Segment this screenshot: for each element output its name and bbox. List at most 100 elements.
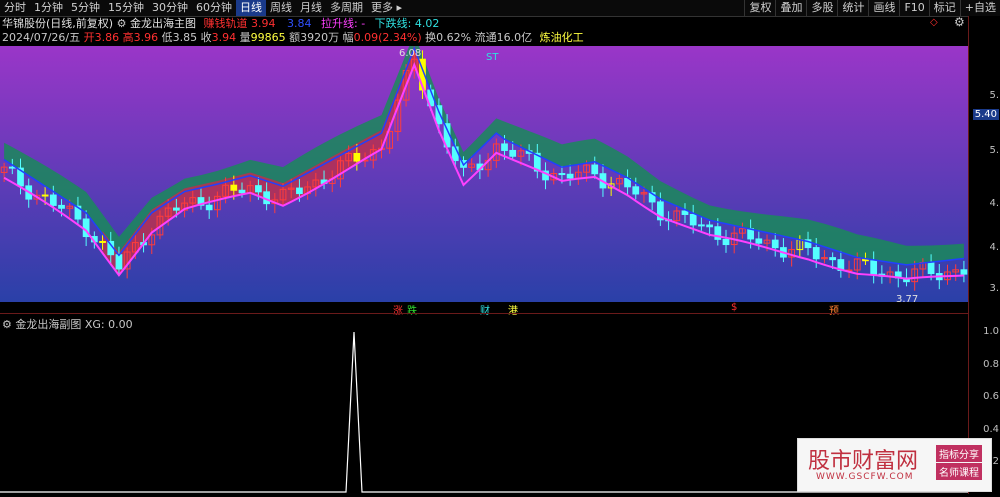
low-value: 3.85 — [172, 31, 198, 44]
change-value: 0.09(2.34%) — [353, 31, 422, 44]
adjust-button[interactable]: 复权 — [744, 0, 775, 16]
event-mark-dividend[interactable]: $ — [731, 302, 737, 313]
low-label: 低 — [161, 31, 173, 44]
candle-body — [689, 213, 697, 226]
high-value: 3.96 — [133, 31, 159, 44]
axis-tick: 0.8 — [983, 359, 999, 370]
candle-body — [566, 173, 574, 179]
add-watchlist-button[interactable]: +自选 — [959, 0, 1000, 16]
change-label: 幅 — [342, 31, 354, 44]
indicator-info-row: 华锦股份(日线,前复权) ⚙ 金龙出海主图 赚钱轨道 3.94 3.84 拉升线… — [2, 17, 439, 31]
lift-line-label: 拉升线: — [320, 17, 358, 30]
candle-body — [960, 269, 968, 275]
settings-gear-icon[interactable]: ⚙ — [117, 17, 127, 30]
settings-icon[interactable]: ⚙ — [954, 15, 965, 29]
candle-body — [632, 186, 640, 195]
amount-label: 额 — [289, 31, 301, 44]
field2-value: 3.84 — [286, 17, 312, 30]
candle-body — [115, 254, 123, 270]
stock-title[interactable]: 华锦股份(日线,前复权) — [2, 17, 113, 30]
axis-tick: 4. — [989, 198, 999, 209]
overlay-button[interactable]: 叠加 — [775, 0, 806, 16]
candle-body — [255, 185, 262, 193]
candle-body — [230, 184, 238, 191]
float-label: 流通 — [474, 31, 497, 44]
candle-body — [99, 240, 106, 243]
tab-monthly[interactable]: 月线 — [296, 0, 326, 16]
axis-tick: 3. — [989, 283, 999, 294]
candle-body — [681, 210, 689, 215]
red-band — [102, 46, 423, 276]
price-band — [4, 46, 964, 276]
watermark-title: 股市财富网 — [808, 449, 919, 474]
main-chart-svg: 6.08 ST 3.77 — [0, 46, 968, 302]
price-axis: 5. 5.40 5. 4. 4. 3. 1.0 0.8 0.6 0.4 0.2 — [968, 16, 1000, 494]
axis-tick: 4. — [989, 242, 999, 253]
float-value: 16.0亿 — [496, 31, 533, 44]
chevron-right-icon: ▸ — [393, 1, 403, 14]
high-mark-label: 6.08 — [399, 48, 421, 59]
event-mark-up[interactable]: 涨 — [393, 302, 403, 317]
candle-body — [8, 166, 16, 169]
candle-body — [238, 189, 246, 194]
candle-body — [591, 164, 599, 175]
f10-button[interactable]: F10 — [899, 0, 928, 16]
tab-5min[interactable]: 5分钟 — [67, 0, 104, 16]
axis-tick: 0.6 — [983, 391, 999, 402]
candle-body — [870, 260, 878, 275]
event-mark-forecast[interactable]: 预 — [829, 302, 839, 317]
event-mark-down[interactable]: 跌 — [407, 302, 417, 317]
sector-tag[interactable]: 炼油化工 — [540, 31, 584, 44]
stats-button[interactable]: 统计 — [837, 0, 868, 16]
tab-multi-period[interactable]: 多周期 — [326, 0, 367, 16]
main-indicator-name[interactable]: 金龙出海主图 — [130, 17, 196, 30]
candle-body — [49, 194, 57, 206]
watermark-url: WWW.GSCFW.COM — [816, 472, 914, 482]
candle-body — [698, 224, 705, 227]
mark-button[interactable]: 标记 — [928, 0, 960, 16]
st-mark: ST — [486, 52, 499, 63]
candle-body — [296, 187, 303, 195]
amount-value: 3920万 — [300, 31, 340, 44]
candle-body — [812, 247, 820, 260]
multi-stock-button[interactable]: 多股 — [806, 0, 837, 16]
pink-ma-line — [3, 62, 964, 280]
candle-body — [41, 194, 49, 197]
candle-body — [173, 207, 180, 211]
event-mark-finance[interactable]: 财 — [480, 302, 490, 317]
axis-tick: 1.0 — [983, 326, 999, 337]
draw-line-button[interactable]: 画线 — [868, 0, 899, 16]
candle-body — [353, 152, 361, 162]
close-value: 3.94 — [211, 31, 237, 44]
tab-30min[interactable]: 30分钟 — [148, 0, 192, 16]
money-track-value: 3.94 — [250, 17, 276, 30]
axis-tick-current: 5.40 — [972, 109, 999, 120]
tab-15min[interactable]: 15分钟 — [104, 0, 148, 16]
main-kline-chart[interactable]: 6.08 ST 3.77 — [0, 46, 968, 302]
candles-group — [0, 49, 968, 291]
low-mark-label: 3.77 — [896, 294, 918, 302]
tab-60min[interactable]: 60分钟 — [192, 0, 236, 16]
tab-more[interactable]: 更多 ▸ — [367, 0, 406, 16]
tab-timeshare[interactable]: 分时 — [0, 0, 30, 16]
tab-more-label: 更多 — [371, 1, 393, 14]
tab-weekly[interactable]: 周线 — [266, 0, 296, 16]
vol-value: 99865 — [250, 31, 286, 44]
close-label: 收 — [200, 31, 212, 44]
tab-1min[interactable]: 1分钟 — [30, 0, 67, 16]
axis-tick: 0.4 — [983, 424, 999, 435]
turnover-label: 换 — [425, 31, 437, 44]
candle-body — [558, 173, 566, 176]
axis-tick: 5. — [989, 90, 999, 101]
lift-line-value: - — [361, 17, 366, 30]
high-label: 高 — [122, 31, 134, 44]
candle-body — [58, 204, 65, 209]
candle-body — [706, 224, 713, 228]
tab-daily[interactable]: 日线 — [236, 0, 266, 16]
event-mark-hk[interactable]: 港 — [508, 302, 518, 317]
axis-tick: 5. — [989, 145, 999, 156]
candle-body — [501, 143, 508, 151]
scroll-left-icon[interactable]: ◇ — [930, 17, 938, 28]
candle-body — [771, 239, 779, 249]
open-value: 3.86 — [94, 31, 120, 44]
